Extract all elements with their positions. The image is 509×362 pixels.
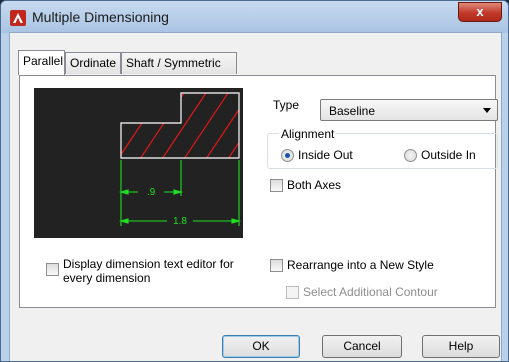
close-button[interactable]: x	[458, 2, 502, 22]
multiple-dimensioning-dialog: Multiple Dimensioning x Parallel Ordinat…	[0, 0, 509, 362]
type-dropdown-value: Baseline	[329, 104, 376, 118]
display-editor-label-line1[interactable]: Display dimension text editor for	[63, 257, 234, 271]
both-axes-label[interactable]: Both Axes	[287, 178, 341, 192]
display-editor-checkbox[interactable]	[46, 263, 59, 276]
tab-ordinate[interactable]: Ordinate	[65, 52, 121, 74]
preview-dim-long: 1.8	[173, 216, 187, 227]
help-button[interactable]: Help	[422, 335, 500, 358]
title-bar[interactable]: Multiple Dimensioning x	[1, 1, 508, 33]
select-contour-label: Select Additional Contour	[303, 285, 438, 299]
inside-out-radio[interactable]	[281, 149, 294, 162]
alignment-label: Alignment	[279, 127, 337, 141]
tab-shaft-symmetric[interactable]: Shaft / Symmetric	[121, 52, 237, 74]
preview-drawing: .9 1.8	[118, 92, 242, 227]
dimension-preview: .9 1.8	[34, 88, 243, 238]
type-label: Type	[273, 98, 300, 112]
tab-parallel[interactable]: Parallel	[18, 50, 65, 75]
type-dropdown[interactable]: Baseline	[320, 99, 498, 121]
select-contour-checkbox	[286, 286, 299, 299]
rearrange-checkbox[interactable]	[270, 259, 283, 272]
inside-out-label[interactable]: Inside Out	[298, 148, 353, 162]
preview-dim-short: .9	[147, 187, 156, 198]
rearrange-label[interactable]: Rearrange into a New Style	[287, 258, 434, 272]
chevron-down-icon	[483, 108, 491, 113]
autocad-app-icon	[10, 10, 26, 26]
cancel-button[interactable]: Cancel	[322, 335, 402, 358]
window-title: Multiple Dimensioning	[32, 9, 169, 25]
ok-button[interactable]: OK	[222, 335, 300, 358]
both-axes-checkbox[interactable]	[270, 179, 283, 192]
display-editor-label-line2[interactable]: every dimension	[63, 271, 150, 285]
outside-in-label[interactable]: Outside In	[421, 148, 476, 162]
outside-in-radio[interactable]	[404, 149, 417, 162]
